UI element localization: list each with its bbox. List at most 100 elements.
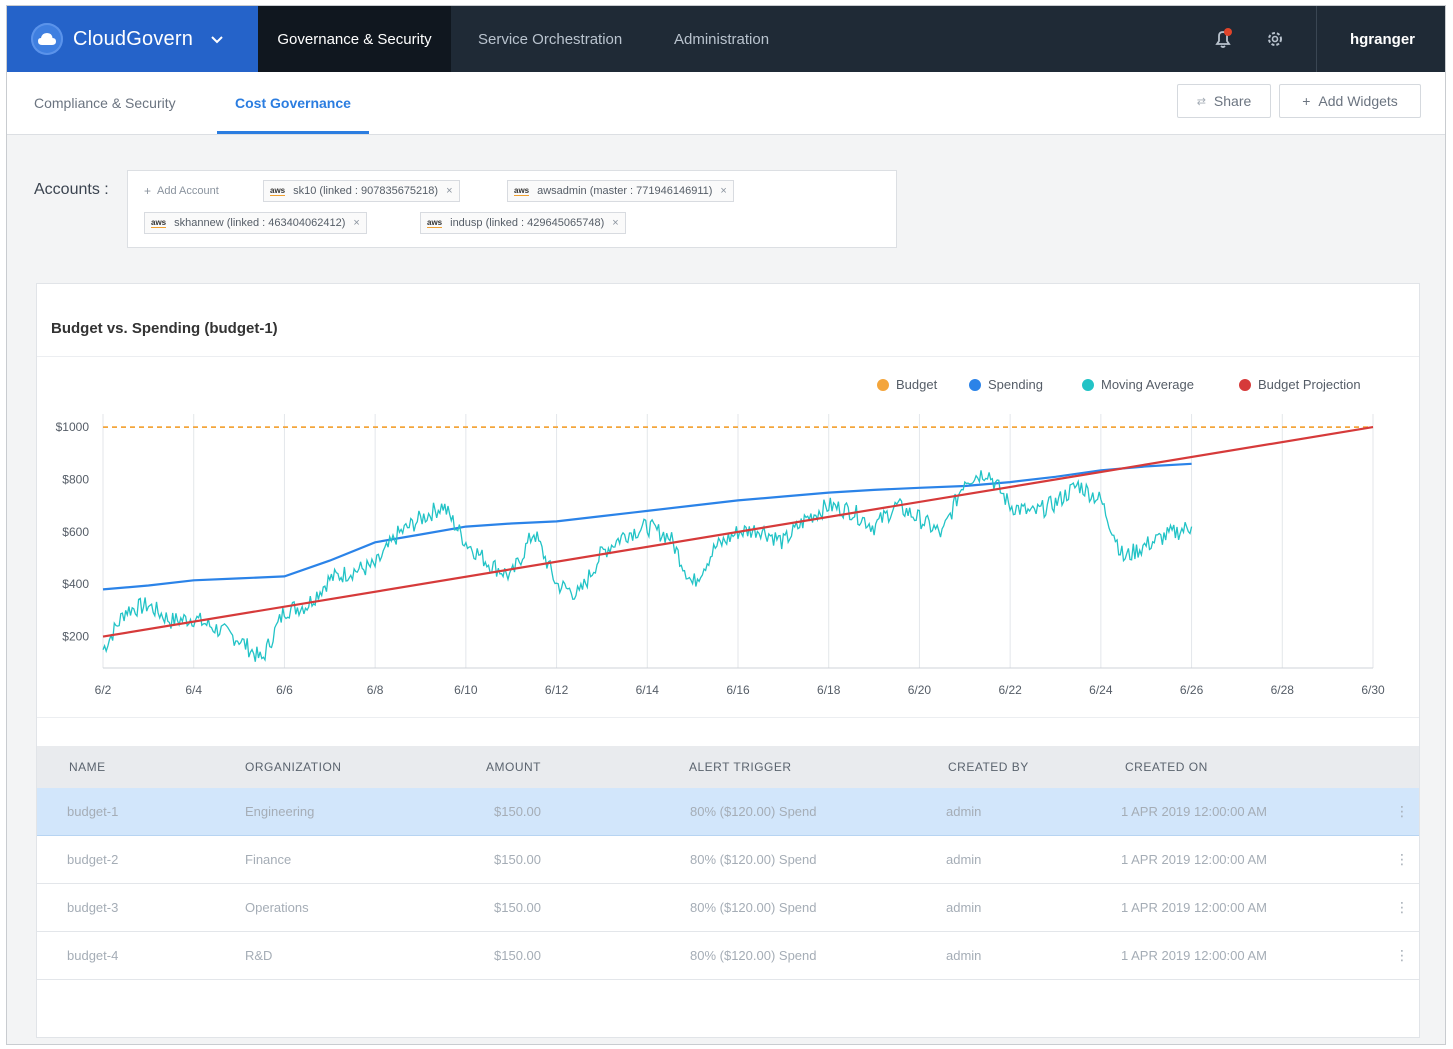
top-navigation: CloudGovern Governance & Security Servic… [7,6,1445,72]
share-icon: ⇄ [1196,95,1206,108]
x-tick-label: 6/4 [185,683,202,697]
nav-service-orchestration[interactable]: Service Orchestration [478,6,622,72]
cell-name: budget-1 [67,804,119,819]
account-chip-label: awsadmin (master : 771946146911) [537,185,713,197]
more-options-icon[interactable]: ⋮ [1395,803,1409,820]
user-menu[interactable]: hgranger [1316,6,1445,72]
column-header[interactable]: CREATED ON [1125,760,1208,774]
x-tick-label: 6/14 [636,683,660,697]
column-header[interactable]: CREATED BY [948,760,1029,774]
cell-organization: Engineering [245,804,315,819]
app-window: CloudGovern Governance & Security Servic… [6,5,1446,1045]
table-row[interactable]: budget-2 Finance $150.00 80% ($120.00) S… [37,836,1419,884]
table-row[interactable]: budget-1 Engineering $150.00 80% ($120.0… [37,788,1419,836]
legend-dot [1082,378,1094,391]
column-header[interactable]: NAME [69,760,106,774]
aws-logo-icon: aws [270,186,286,196]
sub-navigation: Compliance & Security Cost Governance ⇄ … [7,72,1445,135]
y-tick-label: $800 [62,472,89,486]
add-widgets-button[interactable]: + Add Widgets [1279,84,1421,118]
account-chip[interactable]: aws skhannew (linked : 463404062412) × [144,212,367,234]
gear-icon[interactable] [1262,26,1288,52]
cell-organization: Finance [245,852,292,867]
tab-cost-governance[interactable]: Cost Governance [217,72,369,134]
aws-logo-icon: aws [514,186,530,196]
cell-created-by: admin [946,852,982,867]
cell-alert-trigger: 80% ($120.00) Spend [690,948,817,963]
column-header[interactable]: ORGANIZATION [245,760,341,774]
y-tick-label: $400 [62,577,89,591]
divider [37,356,1419,357]
legend-item-spending[interactable]: Spending [969,377,1043,392]
more-options-icon[interactable]: ⋮ [1395,899,1409,916]
tab-compliance-security[interactable]: Compliance & Security [34,72,176,134]
divider [37,717,1419,718]
nav-administration[interactable]: Administration [674,6,769,72]
tab-label: Cost Governance [235,95,351,111]
brand-switcher[interactable]: CloudGovern [7,6,258,72]
account-chip[interactable]: aws sk10 (linked : 907835675218) × [263,180,460,202]
add-account-button[interactable]: + Add Account [144,180,219,202]
account-chip[interactable]: aws awsadmin (master : 771946146911) × [507,180,734,202]
share-label: Share [1213,93,1252,109]
bell-icon[interactable] [1210,26,1236,52]
legend-item-budget-projection[interactable]: Budget Projection [1239,377,1361,392]
column-header[interactable]: ALERT TRIGGER [689,760,792,774]
nav-label: Administration [674,30,770,48]
account-chip-label: sk10 (linked : 907835675218) [293,185,439,197]
widget-title: Budget vs. Spending (budget-1) [51,320,278,337]
legend-label: Budget [896,377,938,392]
legend-item-moving-average[interactable]: Moving Average [1082,377,1194,392]
legend-dot [1239,378,1251,391]
table-header: NAME ORGANIZATION AMOUNT ALERT TRIGGER C… [37,746,1419,788]
more-options-icon[interactable]: ⋮ [1395,851,1409,868]
x-tick-label: 6/12 [545,683,569,697]
add-widgets-label: Add Widgets [1318,93,1398,109]
nav-governance-security[interactable]: Governance & Security [258,6,451,72]
y-tick-label: $1000 [56,420,90,434]
x-tick-label: 6/26 [1180,683,1204,697]
cell-created-on: 1 APR 2019 12:00:00 AM [1121,852,1267,867]
cell-amount: $150.00 [494,852,541,867]
plus-icon: + [1302,93,1311,109]
accounts-label: Accounts : [34,181,109,198]
cell-organization: R&D [245,948,273,963]
y-tick-label: $600 [62,525,89,539]
cell-name: budget-4 [67,948,119,963]
accounts-selector[interactable]: + Add Account aws sk10 (linked : 9078356… [127,170,897,248]
close-icon[interactable]: × [612,217,618,229]
budget-widget: Budget vs. Spending (budget-1) Budget Sp… [36,283,1420,1038]
account-chip-label: skhannew (linked : 463404062412) [174,217,346,229]
close-icon[interactable]: × [446,185,452,197]
table-row[interactable]: budget-4 R&D $150.00 80% ($120.00) Spend… [37,932,1419,980]
chevron-down-icon[interactable] [211,32,223,47]
cell-created-on: 1 APR 2019 12:00:00 AM [1121,948,1267,963]
column-header[interactable]: AMOUNT [486,760,541,774]
tab-label: Compliance & Security [34,95,176,111]
table-row[interactable]: budget-3 Operations $150.00 80% ($120.00… [37,884,1419,932]
legend-item-budget[interactable]: Budget [877,377,937,392]
account-chip[interactable]: aws indusp (linked : 429645065748) × [420,212,626,234]
x-tick-label: 6/10 [454,683,478,697]
cell-amount: $150.00 [494,948,541,963]
cell-alert-trigger: 80% ($120.00) Spend [690,852,817,867]
cell-amount: $150.00 [494,900,541,915]
aws-logo-icon: aws [151,218,167,228]
legend-label: Spending [988,377,1043,392]
cell-created-by: admin [946,804,982,819]
cell-created-on: 1 APR 2019 12:00:00 AM [1121,900,1267,915]
x-tick-label: 6/6 [276,683,293,697]
cell-created-by: admin [946,948,982,963]
close-icon[interactable]: × [353,217,359,229]
legend-dot [877,378,889,391]
more-options-icon[interactable]: ⋮ [1395,947,1409,964]
share-button[interactable]: ⇄ Share [1177,84,1271,118]
nav-label: Service Orchestration [478,30,623,48]
aws-logo-icon: aws [427,218,443,228]
notification-dot [1224,28,1232,36]
x-tick-label: 6/18 [817,683,841,697]
close-icon[interactable]: × [720,185,726,197]
x-tick-label: 6/30 [1361,683,1385,697]
legend-label: Moving Average [1101,377,1194,392]
legend-label: Budget Projection [1258,377,1361,392]
